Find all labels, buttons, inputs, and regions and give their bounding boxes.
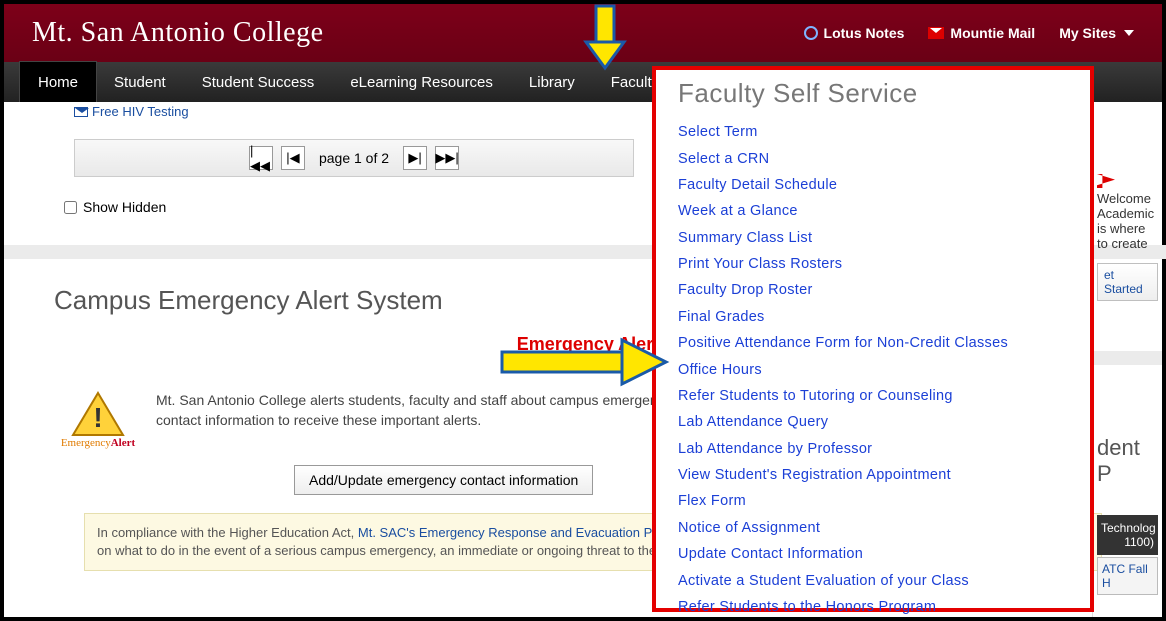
fss-item-refer-honors[interactable]: Refer Students to the Honors Program <box>678 594 1072 620</box>
my-sites-label: My Sites <box>1059 25 1116 41</box>
fss-item-faculty-drop-roster[interactable]: Faculty Drop Roster <box>678 277 1072 303</box>
pager-status: page 1 of 2 <box>319 150 389 166</box>
peek-line4: to create <box>1097 236 1148 251</box>
peek-line3: is where <box>1097 221 1145 236</box>
fss-item-print-class-rosters[interactable]: Print Your Class Rosters <box>678 251 1072 277</box>
annotation-arrow-down-icon <box>580 4 630 74</box>
peek-dark1: Technolog <box>1101 521 1154 535</box>
compliance-pre: In compliance with the Higher Education … <box>97 525 358 540</box>
peek-dark2: 1100) <box>1101 535 1154 549</box>
announcement-link-label: Free HIV Testing <box>92 104 189 119</box>
fss-item-week-at-a-glance[interactable]: Week at a Glance <box>678 198 1072 224</box>
site-logo[interactable]: Mt. San Antonio College <box>32 17 324 49</box>
globe-icon <box>804 26 818 40</box>
fss-item-lab-attendance-query[interactable]: Lab Attendance Query <box>678 409 1072 435</box>
fss-item-refer-tutoring[interactable]: Refer Students to Tutoring or Counseling <box>678 383 1072 409</box>
pager-first-button[interactable]: |◀◀ <box>249 146 273 170</box>
alert-badge: ! EmergencyAlert <box>54 391 142 449</box>
mountie-mail-label: Mountie Mail <box>950 25 1035 41</box>
fss-item-positive-attendance[interactable]: Positive Attendance Form for Non-Credit … <box>678 330 1072 356</box>
show-hidden-checkbox[interactable] <box>64 201 77 214</box>
peek-dark-box: Technolog 1100) <box>1097 515 1158 555</box>
fss-item-summary-class-list[interactable]: Summary Class List <box>678 225 1072 251</box>
pager-prev-button[interactable]: |◀ <box>281 146 305 170</box>
fss-item-select-term[interactable]: Select Term <box>678 119 1072 145</box>
pager: |◀◀ |◀ page 1 of 2 ▶| ▶▶| <box>74 139 634 177</box>
compliance-link[interactable]: Mt. SAC's Emergency Response and Evacuat… <box>358 525 670 540</box>
get-started-button[interactable]: et Started <box>1097 263 1158 301</box>
fss-item-select-crn[interactable]: Select a CRN <box>678 145 1072 171</box>
show-hidden-label: Show Hidden <box>83 199 166 215</box>
fss-title: Faculty Self Service <box>678 78 1072 109</box>
fss-item-flex-form[interactable]: Flex Form <box>678 488 1072 514</box>
faculty-self-service-panel: Faculty Self Service Select Term Select … <box>652 66 1094 612</box>
badge-emergency: Emergency <box>61 437 111 449</box>
fss-item-view-registration-appt[interactable]: View Student's Registration Appointment <box>678 462 1072 488</box>
annotation-arrow-right-icon <box>500 336 670 388</box>
update-contact-button[interactable]: Add/Update emergency contact information <box>294 465 593 495</box>
fss-item-notice-assignment[interactable]: Notice of Assignment <box>678 515 1072 541</box>
right-sidebar-peek: Welcome Academic is where to create et S… <box>1092 102 1162 617</box>
flag-icon <box>1097 174 1115 188</box>
fss-item-office-hours[interactable]: Office Hours <box>678 356 1072 382</box>
fss-item-lab-attendance-professor[interactable]: Lab Attendance by Professor <box>678 436 1072 462</box>
lotus-notes-link[interactable]: Lotus Notes <box>804 25 905 41</box>
fss-item-activate-evaluation[interactable]: Activate a Student Evaluation of your Cl… <box>678 567 1072 593</box>
envelope-icon <box>74 107 88 117</box>
nav-elearning[interactable]: eLearning Resources <box>332 62 511 102</box>
peek-line1: Welcome <box>1097 191 1151 206</box>
mountie-mail-link[interactable]: Mountie Mail <box>928 25 1035 41</box>
peek-heading: dent P <box>1097 435 1158 487</box>
warning-icon: ! <box>71 391 125 437</box>
chevron-down-icon <box>1124 30 1134 36</box>
nav-home[interactable]: Home <box>20 62 96 102</box>
nav-student-success[interactable]: Student Success <box>184 62 333 102</box>
fss-item-update-contact[interactable]: Update Contact Information <box>678 541 1072 567</box>
pager-last-button[interactable]: ▶▶| <box>435 146 459 170</box>
header-utility-nav: Lotus Notes Mountie Mail My Sites <box>804 25 1134 41</box>
fss-menu: Select Term Select a CRN Faculty Detail … <box>678 119 1072 620</box>
fss-item-faculty-detail-schedule[interactable]: Faculty Detail Schedule <box>678 172 1072 198</box>
nav-student[interactable]: Student <box>96 62 184 102</box>
badge-alert: Alert <box>111 437 135 449</box>
svg-text:!: ! <box>93 402 102 433</box>
fss-item-final-grades[interactable]: Final Grades <box>678 304 1072 330</box>
peek-line2: Academic <box>1097 206 1154 221</box>
peek-atc[interactable]: ATC Fall H <box>1097 557 1158 595</box>
my-sites-dropdown[interactable]: My Sites <box>1059 25 1134 41</box>
pager-next-button[interactable]: ▶| <box>403 146 427 170</box>
mail-icon <box>928 27 944 39</box>
lotus-notes-label: Lotus Notes <box>824 25 905 41</box>
